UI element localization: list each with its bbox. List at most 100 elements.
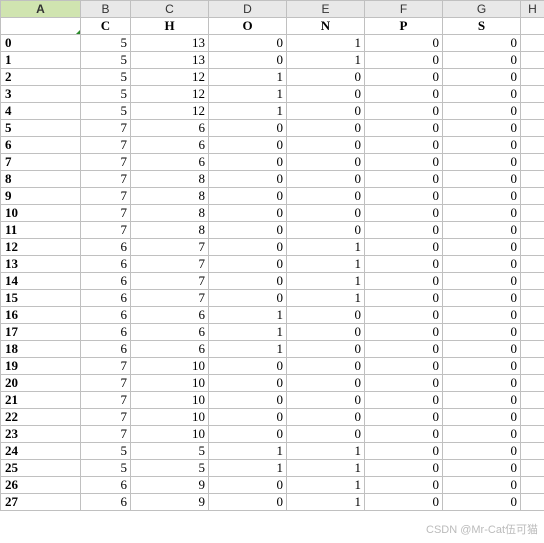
empty-cell[interactable]	[521, 256, 544, 273]
data-cell[interactable]: 1	[209, 324, 287, 341]
data-cell[interactable]: 5	[81, 86, 131, 103]
data-cell[interactable]: 0	[365, 256, 443, 273]
data-cell[interactable]: 6	[81, 290, 131, 307]
row-index-cell[interactable]: 4	[1, 103, 81, 120]
row-index-cell[interactable]: 15	[1, 290, 81, 307]
data-cell[interactable]: 0	[443, 375, 521, 392]
data-cell[interactable]: 1	[209, 460, 287, 477]
empty-cell[interactable]	[521, 358, 544, 375]
data-cell[interactable]: 0	[443, 137, 521, 154]
empty-cell[interactable]	[521, 273, 544, 290]
data-cell[interactable]: 5	[131, 443, 209, 460]
data-cell[interactable]: 0	[209, 137, 287, 154]
data-cell[interactable]: 0	[287, 409, 365, 426]
data-cell[interactable]: 0	[287, 358, 365, 375]
empty-cell[interactable]	[521, 375, 544, 392]
data-cell[interactable]: 7	[81, 188, 131, 205]
row-index-cell[interactable]: 18	[1, 341, 81, 358]
data-cell[interactable]: 0	[209, 409, 287, 426]
data-cell[interactable]: 6	[81, 341, 131, 358]
data-cell[interactable]: 0	[365, 222, 443, 239]
empty-cell[interactable]	[521, 494, 544, 511]
data-cell[interactable]: 10	[131, 392, 209, 409]
empty-cell[interactable]	[521, 35, 544, 52]
data-cell[interactable]: 5	[81, 443, 131, 460]
data-cell[interactable]: 1	[209, 341, 287, 358]
data-cell[interactable]: 0	[443, 222, 521, 239]
data-cell[interactable]: 0	[287, 120, 365, 137]
data-cell[interactable]: 0	[443, 477, 521, 494]
data-cell[interactable]: 7	[131, 239, 209, 256]
data-cell[interactable]: 12	[131, 69, 209, 86]
data-cell[interactable]: 0	[365, 239, 443, 256]
data-cell[interactable]: 0	[365, 273, 443, 290]
data-cell[interactable]: 7	[131, 256, 209, 273]
data-cell[interactable]: 0	[209, 154, 287, 171]
data-cell[interactable]: 12	[131, 103, 209, 120]
data-cell[interactable]: 0	[443, 358, 521, 375]
empty-cell[interactable]	[521, 188, 544, 205]
data-cell[interactable]: 6	[131, 324, 209, 341]
data-cell[interactable]: 9	[131, 477, 209, 494]
data-cell[interactable]: 0	[443, 35, 521, 52]
data-cell[interactable]: 0	[443, 273, 521, 290]
data-header-cell[interactable]: N	[287, 18, 365, 35]
data-cell[interactable]: 0	[209, 120, 287, 137]
row-index-cell[interactable]: 2	[1, 69, 81, 86]
empty-cell[interactable]	[521, 477, 544, 494]
data-cell[interactable]: 5	[81, 103, 131, 120]
empty-cell[interactable]	[521, 239, 544, 256]
data-cell[interactable]: 0	[209, 358, 287, 375]
empty-cell[interactable]	[521, 443, 544, 460]
row-index-cell[interactable]: 23	[1, 426, 81, 443]
row-index-cell[interactable]: 12	[1, 239, 81, 256]
data-cell[interactable]: 12	[131, 86, 209, 103]
data-cell[interactable]: 1	[209, 86, 287, 103]
data-cell[interactable]: 1	[287, 273, 365, 290]
row-index-cell[interactable]: 13	[1, 256, 81, 273]
data-cell[interactable]: 7	[81, 120, 131, 137]
data-cell[interactable]: 0	[287, 426, 365, 443]
data-cell[interactable]: 13	[131, 52, 209, 69]
row-index-cell[interactable]: 0	[1, 35, 81, 52]
data-cell[interactable]: 0	[365, 69, 443, 86]
empty-cell[interactable]	[521, 154, 544, 171]
empty-cell[interactable]	[521, 426, 544, 443]
data-cell[interactable]: 0	[209, 52, 287, 69]
data-cell[interactable]: 0	[365, 443, 443, 460]
data-cell[interactable]: 0	[443, 392, 521, 409]
row-index-cell[interactable]: 1	[1, 52, 81, 69]
data-cell[interactable]: 7	[81, 222, 131, 239]
data-cell[interactable]: 0	[365, 409, 443, 426]
data-cell[interactable]: 7	[81, 205, 131, 222]
data-header-cell[interactable]: S	[443, 18, 521, 35]
data-cell[interactable]: 1	[209, 103, 287, 120]
data-cell[interactable]: 1	[287, 494, 365, 511]
data-cell[interactable]: 0	[209, 171, 287, 188]
empty-cell[interactable]	[521, 52, 544, 69]
empty-cell[interactable]	[521, 205, 544, 222]
data-cell[interactable]: 0	[287, 222, 365, 239]
data-cell[interactable]: 0	[443, 154, 521, 171]
row-index-cell[interactable]: 8	[1, 171, 81, 188]
row-index-cell[interactable]: 21	[1, 392, 81, 409]
data-cell[interactable]: 6	[81, 494, 131, 511]
data-cell[interactable]: 0	[365, 426, 443, 443]
data-cell[interactable]: 0	[365, 290, 443, 307]
data-cell[interactable]: 7	[81, 358, 131, 375]
col-header-C[interactable]: C	[131, 1, 209, 18]
empty-cell[interactable]	[521, 409, 544, 426]
data-cell[interactable]: 13	[131, 35, 209, 52]
data-cell[interactable]: 0	[365, 120, 443, 137]
data-cell[interactable]: 1	[209, 69, 287, 86]
data-cell[interactable]: 0	[443, 341, 521, 358]
data-cell[interactable]: 0	[365, 188, 443, 205]
data-cell[interactable]: 0	[287, 171, 365, 188]
data-cell[interactable]: 7	[81, 409, 131, 426]
data-cell[interactable]: 0	[443, 69, 521, 86]
data-cell[interactable]: 0	[365, 103, 443, 120]
data-cell[interactable]: 1	[287, 460, 365, 477]
data-cell[interactable]: 0	[365, 477, 443, 494]
row-index-cell[interactable]: 22	[1, 409, 81, 426]
data-cell[interactable]: 0	[365, 35, 443, 52]
